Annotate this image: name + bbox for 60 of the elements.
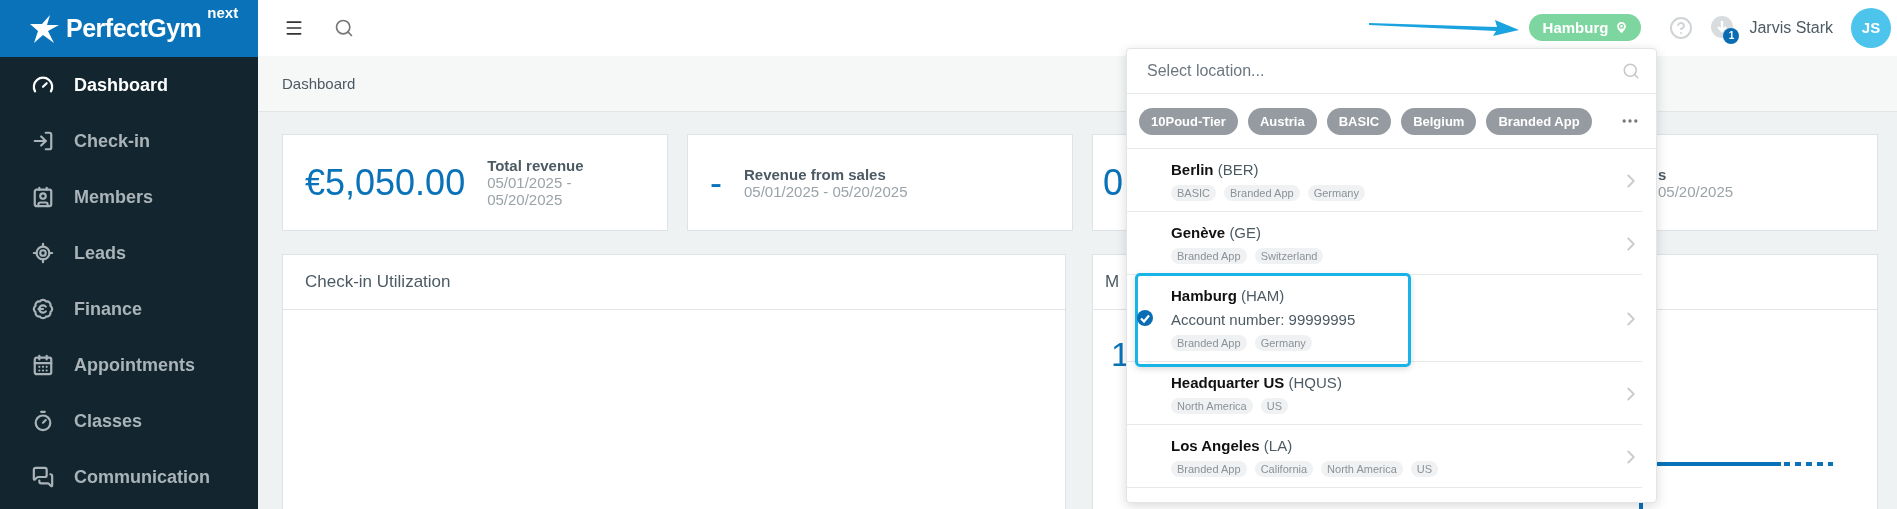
sidebar-item[interactable]: Classes <box>0 393 258 449</box>
sidebar-item[interactable]: Finance <box>0 281 258 337</box>
location-item[interactable]: Genève (GE) Branded App Switzerland <box>1127 212 1642 275</box>
search-icon[interactable] <box>334 17 354 38</box>
location-tag: North America <box>1171 398 1253 414</box>
location-tag: Branded App <box>1171 335 1247 351</box>
location-tag: Germany <box>1254 335 1312 351</box>
location-name: Berlin (BER) <box>1171 161 1260 178</box>
stat-period: 05/20/2025 <box>1658 182 1734 200</box>
location-item[interactable]: Los Angeles (LA) Branded App California North America US <box>1127 425 1642 488</box>
sidebar-item[interactable]: Dashboard <box>0 57 258 113</box>
panel-title: Check-in Utilization <box>305 272 451 292</box>
download-button[interactable]: 1 <box>1711 15 1736 40</box>
sidebar-item[interactable]: Communication <box>0 449 258 505</box>
location-item[interactable]: Berlin (BER) BASIC Branded App Germany <box>1127 149 1642 212</box>
account-number: Account number: 99999995 <box>1171 311 1357 328</box>
calendar-icon <box>32 354 54 376</box>
user-name[interactable]: Jarvis Stark <box>1749 18 1833 37</box>
stopwatch-icon <box>32 410 54 432</box>
location-tag: US <box>1410 461 1439 477</box>
location-tag: US <box>1260 398 1288 414</box>
location-item[interactable]: Hamburg (HAM) Account number: 99999995 Branded App Germany <box>1127 275 1642 362</box>
location-name: Headquarter US (HQUS) <box>1171 374 1343 391</box>
location-tag: California <box>1254 461 1314 477</box>
logo-superscript: next <box>207 4 239 21</box>
logo-text: PerfectGym <box>66 14 202 43</box>
location-tag: North America <box>1321 461 1403 477</box>
panel-value: 1 <box>1111 334 1130 374</box>
stat-value: - <box>710 161 722 204</box>
location-tag: Branded App <box>1171 248 1247 264</box>
location-tag: Branded App <box>1171 461 1247 477</box>
sidebar-item[interactable]: Check-in <box>0 113 258 169</box>
stat-label: Revenue from sales <box>744 165 887 183</box>
location-name: Los Angeles (LA) <box>1171 437 1294 454</box>
location-tag: Switzerland <box>1254 248 1324 264</box>
panel-title: M <box>1105 272 1120 292</box>
chat-bubbles-icon <box>32 466 54 488</box>
location-name: Genève (GE) <box>1171 224 1263 241</box>
location-tag: Branded App <box>1224 185 1300 201</box>
location-name: Hamburg (HAM) <box>1171 287 1286 304</box>
stat-label: s <box>1658 165 1668 183</box>
check-icon <box>1137 310 1153 326</box>
arrow-in-icon <box>32 130 54 152</box>
euro-icon <box>32 298 54 320</box>
search-icon <box>1622 62 1640 80</box>
stat-period: 05/01/2025 - 05/20/2025 <box>744 182 908 200</box>
location-tag: Germany <box>1307 185 1365 201</box>
sidebar-item[interactable]: Appointments <box>0 337 258 393</box>
stat-value: 0 <box>1103 161 1124 204</box>
target-icon <box>32 242 54 264</box>
sidebar-item[interactable]: Leads <box>0 225 258 281</box>
sidebar-item[interactable]: Members <box>0 169 258 225</box>
star-logo-icon <box>28 13 60 44</box>
stat-period: 05/01/2025 - 05/20/2025 <box>487 174 573 208</box>
contact-card-icon <box>32 186 54 208</box>
breadcrumb: Dashboard <box>282 74 356 92</box>
location-tag: BASIC <box>1171 185 1216 201</box>
location-item[interactable]: Headquarter US (HQUS) North America US <box>1127 362 1642 425</box>
stat-label: Total revenue <box>487 157 585 174</box>
stat-value: €5,050.00 <box>305 161 466 204</box>
